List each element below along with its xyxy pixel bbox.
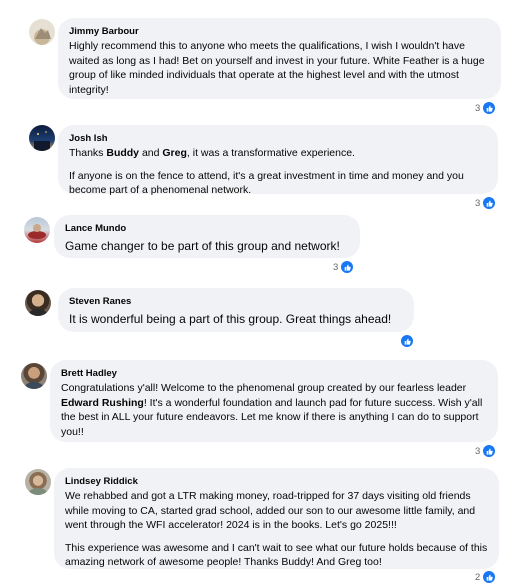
avatar[interactable]	[29, 125, 55, 151]
comment-author[interactable]: Steven Ranes	[69, 295, 403, 308]
reaction-count: 3	[475, 197, 481, 209]
comment-author[interactable]: Lindsey Riddick	[65, 475, 488, 488]
avatar[interactable]	[25, 469, 51, 495]
comment-bubble: Lindsey Riddick We rehabbed and got a LT…	[54, 468, 499, 569]
comment-paragraph: We rehabbed and got a LTR making money, …	[65, 490, 476, 532]
avatar-image	[29, 309, 47, 316]
comment-text: Thanks Buddy and Greg, it was a transfor…	[69, 146, 487, 198]
like-reaction[interactable]: 3	[333, 260, 355, 274]
comment-author[interactable]: Lance Mundo	[65, 222, 349, 235]
avatar[interactable]	[25, 290, 51, 316]
comment-text: Highly recommend this to anyone who meet…	[69, 40, 485, 96]
comment-paragraph: This experience was awesome and I can't …	[65, 541, 488, 569]
avatar-image	[28, 224, 46, 239]
comment-bubble: Brett Hadley Congratulations y'all! Welc…	[50, 360, 498, 442]
reaction-count: 3	[475, 102, 481, 114]
comment-bubble: Josh Ish Thanks Buddy and Greg, it was a…	[58, 125, 498, 196]
mention-link[interactable]: Edward Rushing	[61, 397, 144, 409]
comment-bubble: Steven Ranes It is wonderful being a par…	[58, 288, 414, 332]
comment-paragraph: If anyone is on the fence to attend, it'…	[69, 169, 464, 197]
reaction-count: 3	[475, 445, 481, 457]
comment-bubble: Jimmy Barbour Highly recommend this to a…	[58, 18, 501, 99]
like-reaction[interactable]: 3	[475, 196, 497, 210]
avatar-image	[25, 382, 43, 389]
avatar[interactable]	[24, 217, 50, 243]
like-icon	[482, 444, 497, 458]
like-icon	[340, 260, 355, 274]
like-icon	[482, 101, 497, 115]
comment-text: It is wonderful being a part of this gro…	[69, 312, 392, 326]
like-icon	[482, 570, 497, 584]
text-fragment: and	[139, 147, 163, 159]
avatar-image	[34, 131, 50, 151]
comment-bubble: Lance Mundo Game changer to be part of t…	[54, 215, 360, 258]
avatar[interactable]	[29, 19, 55, 45]
comment-author[interactable]: Josh Ish	[69, 132, 487, 145]
like-icon	[400, 334, 414, 348]
avatar-image	[35, 28, 51, 39]
avatar[interactable]	[21, 363, 47, 389]
like-icon	[482, 196, 497, 210]
comment-text: Congratulations y'all! Welcome to the ph…	[61, 381, 487, 439]
mention-link[interactable]: Greg	[162, 147, 187, 159]
comment-text: Game changer to be part of this group an…	[65, 239, 340, 253]
like-reaction[interactable]	[398, 334, 414, 348]
text-fragment: , it was a transformative experience.	[186, 147, 355, 159]
avatar-image	[29, 488, 47, 495]
text-fragment: Thanks	[69, 147, 107, 159]
like-reaction[interactable]: 3	[475, 101, 497, 115]
text-fragment: Congratulations y'all! Welcome to the ph…	[61, 382, 467, 394]
reaction-count: 2	[475, 571, 481, 583]
comment-author[interactable]: Brett Hadley	[61, 367, 487, 380]
comment-text: We rehabbed and got a LTR making money, …	[65, 489, 488, 570]
mention-link[interactable]: Buddy	[106, 147, 139, 159]
reaction-count: 3	[333, 261, 339, 273]
like-reaction[interactable]: 2	[475, 570, 497, 584]
like-reaction[interactable]: 3	[475, 444, 497, 458]
comment-author[interactable]: Jimmy Barbour	[69, 25, 490, 38]
